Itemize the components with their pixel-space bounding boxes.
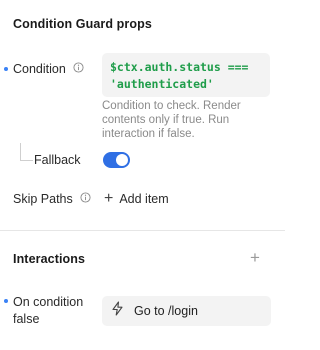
fallback-toggle[interactable] (103, 152, 130, 168)
add-skip-path-button[interactable]: + Add item (104, 190, 169, 207)
section-divider (0, 230, 285, 231)
info-icon[interactable] (73, 62, 84, 76)
on-condition-false-label: On condition false (13, 295, 84, 326)
skip-paths-label-row: Skip Paths (13, 192, 91, 206)
modified-indicator-dot (4, 67, 8, 71)
condition-label: Condition (13, 62, 66, 76)
condition-label-row: Condition (13, 62, 84, 76)
info-icon[interactable] (80, 192, 91, 206)
condition-code-input[interactable]: $ctx.auth.status === 'authenticated' (102, 53, 270, 97)
fallback-label: Fallback (34, 153, 81, 167)
action-label: Go to /login (134, 304, 198, 318)
toggle-knob (116, 154, 128, 166)
add-item-label: Add item (119, 192, 169, 206)
fallback-connector-line (20, 143, 33, 161)
modified-indicator-dot (4, 299, 8, 303)
add-interaction-plus-icon[interactable]: + (250, 249, 260, 266)
condition-help-text: Condition to check. Render contents only… (102, 100, 241, 140)
plus-icon: + (104, 190, 114, 207)
lightning-bolt-icon (111, 301, 124, 321)
interactions-section-title: Interactions (13, 252, 86, 266)
props-section-title: Condition Guard props (13, 17, 152, 31)
go-to-login-action-button[interactable]: Go to /login (102, 296, 271, 326)
skip-paths-label: Skip Paths (13, 192, 73, 206)
